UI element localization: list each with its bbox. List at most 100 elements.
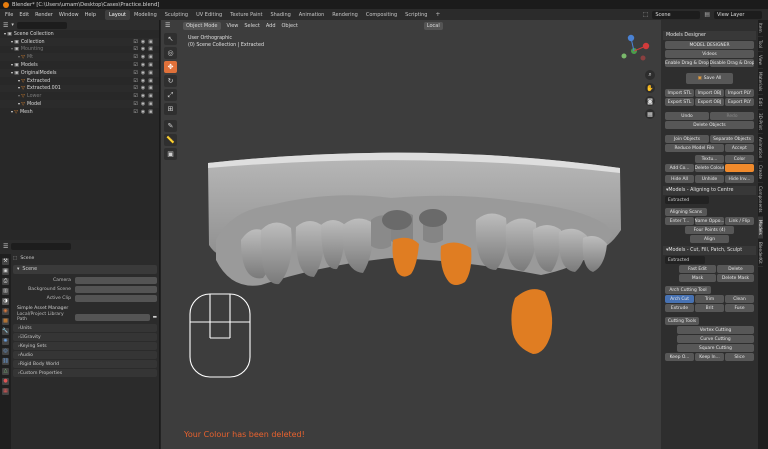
workspace-tab-scripting[interactable]: Scripting — [401, 10, 431, 20]
save-all-button[interactable]: ▣ Save All — [686, 73, 733, 84]
extracted-tooth-3[interactable] — [511, 289, 553, 354]
disable-drag-drop-button[interactable]: Disable Drag & Drop — [710, 59, 754, 67]
align-button[interactable]: Align — [690, 235, 729, 243]
view-layer-field[interactable]: View Layer — [714, 10, 762, 19]
side-tab-components[interactable]: Components — [758, 183, 763, 217]
subpanel-units[interactable]: › Units — [13, 324, 157, 332]
cutting-tools-button[interactable]: Cutting Tools — [665, 317, 699, 325]
eye-icon[interactable]: ◉ — [141, 62, 145, 68]
ortho-grid-icon[interactable]: ▦ — [645, 109, 655, 119]
keep-inside-button[interactable]: Keep In... — [695, 353, 724, 361]
checkbox-icon[interactable]: ☑ — [133, 78, 137, 84]
side-tab-3d-print[interactable]: 3D-Print — [758, 110, 763, 134]
extracted-tooth-2[interactable] — [440, 242, 472, 285]
delete-objects-button[interactable]: Delete Objects — [665, 121, 754, 129]
side-tab-tool[interactable]: Tool — [758, 37, 763, 52]
eye-icon[interactable]: ◉ — [141, 54, 145, 60]
mask-button[interactable]: Mask — [679, 274, 716, 282]
outliner-row[interactable]: ▾ ▽ Model ☑ ◉ ▣ — [0, 100, 159, 108]
tool-tab-icon[interactable]: ⚒ — [2, 258, 9, 265]
object-tab-icon[interactable]: ▩ — [2, 318, 9, 325]
workspace-tab-modeling[interactable]: Modeling — [130, 10, 161, 20]
delete-colour-button[interactable]: Delete Colour — [695, 164, 724, 172]
join-objects-button[interactable]: Join Objects — [665, 135, 709, 143]
material-tab-icon[interactable]: ● — [2, 378, 9, 385]
camera-icon[interactable]: ▣ — [148, 39, 153, 45]
workspace-tab-compositing[interactable]: Compositing — [362, 10, 401, 20]
pan-hand-icon[interactable]: ✋ — [645, 83, 655, 93]
checkbox-icon[interactable]: ☑ — [133, 85, 137, 91]
model-designer-button[interactable]: MODEL DESIGNER — [665, 41, 754, 49]
import-button[interactable]: Import PLY — [725, 89, 754, 97]
checkbox-icon[interactable]: ☑ — [133, 93, 137, 99]
texture-tab-icon[interactable]: ▦ — [2, 388, 9, 395]
editor-type-icon[interactable]: ☰ — [3, 243, 8, 250]
reduce-model-file-button[interactable]: Reduce Model File — [665, 144, 724, 152]
checkbox-icon[interactable]: ☑ — [133, 109, 137, 115]
field-input[interactable] — [75, 294, 157, 302]
unhide-button[interactable]: Unhide — [695, 175, 724, 183]
brit-button[interactable]: Brit — [695, 304, 724, 312]
side-tab-view[interactable]: View — [758, 52, 763, 69]
outliner-row[interactable]: ▾ ▣ Scene Collection — [0, 30, 159, 38]
zoom-icon[interactable]: ⌕ — [645, 70, 655, 80]
add-colour-button[interactable]: Add Co... — [665, 164, 694, 172]
extrude-button[interactable]: Extrude — [665, 304, 694, 312]
checkbox-icon[interactable]: ☑ — [133, 54, 137, 60]
physics-tab-icon[interactable]: ◎ — [2, 348, 9, 355]
subpanel-keying-sets[interactable]: › Keying Sets — [13, 342, 157, 350]
eye-icon[interactable]: ◉ — [141, 85, 145, 91]
workspace-tab-sculpting[interactable]: Sculpting — [161, 10, 192, 20]
workspace-tab-animation[interactable]: Animation — [295, 10, 329, 20]
camera-icon[interactable]: ▣ — [148, 101, 153, 107]
menu-render[interactable]: Render — [32, 12, 56, 18]
delete-mask-button[interactable]: Delete Mask — [717, 274, 754, 282]
fuse-button[interactable]: Fuse — [725, 304, 754, 312]
render-tab-icon[interactable]: ▣ — [2, 268, 9, 275]
camera-icon[interactable]: ▣ — [148, 85, 153, 91]
output-tab-icon[interactable]: ⎙ — [2, 278, 9, 285]
outliner-row[interactable]: ▾ ▽ Extracted.001 ☑ ◉ ▣ — [0, 84, 159, 93]
workspace-tab-texture-paint[interactable]: Texture Paint — [226, 10, 266, 20]
camera-view-icon[interactable]: ◙ — [645, 96, 655, 106]
camera-icon[interactable]: ▣ — [148, 93, 153, 99]
colour-swatch[interactable] — [725, 164, 754, 172]
extracted-tooth-1[interactable] — [392, 237, 420, 277]
outliner-row[interactable]: ▾ ▣ Collection ☑ ◉ ▣ — [0, 37, 159, 46]
aligning-scans-button[interactable]: Aligning Scans — [665, 208, 707, 216]
field-input[interactable] — [75, 285, 157, 293]
extracted-field[interactable]: Extracted — [665, 196, 709, 204]
hide-all-button[interactable]: Hide All — [665, 175, 694, 183]
checkbox-icon[interactable]: ☑ — [133, 46, 137, 52]
outliner-row[interactable]: ▾ ▣ Models ☑ ◉ ▣ — [0, 61, 159, 69]
checkbox-icon[interactable]: ☑ — [133, 39, 137, 45]
navigation-gizmo[interactable] — [617, 34, 651, 68]
import-button[interactable]: Import STL — [665, 89, 694, 97]
camera-icon[interactable]: ▣ — [148, 70, 153, 76]
menu-window[interactable]: Window — [56, 12, 82, 18]
aligning-header[interactable]: ▾ Models - Aligning to Centre — [663, 186, 756, 195]
scene-field[interactable]: Scene — [652, 10, 701, 19]
eye-icon[interactable]: ◉ — [141, 101, 145, 107]
subpanel-custom-properties[interactable]: › Custom Properties — [13, 369, 157, 377]
eye-icon[interactable]: ◉ — [141, 109, 145, 115]
enable-drag-drop-button[interactable]: Enable Drag & Drop — [665, 59, 709, 67]
outliner-row[interactable]: ▾ ▽ Lower ☑ ◉ ▣ — [0, 92, 159, 100]
subpanel-audio[interactable]: › Audio — [13, 351, 157, 359]
world-tab-icon[interactable]: ◉ — [2, 308, 9, 315]
models-designer-header[interactable]: Models Designer — [663, 31, 756, 40]
outliner-row[interactable]: ▾ ▽ Extracted ☑ ◉ ▣ — [0, 77, 159, 85]
texture-dropdown[interactable]: Textu... — [695, 155, 724, 163]
checkbox-icon[interactable]: ☑ — [133, 70, 137, 76]
outliner-row[interactable]: ▾ ▽ Mesh ☑ ◉ ▣ — [0, 108, 159, 116]
eye-icon[interactable]: ◉ — [141, 46, 145, 52]
undo-button[interactable]: Undo — [665, 112, 709, 120]
folder-icon[interactable]: ▬ — [153, 315, 157, 320]
side-tab-create[interactable]: Create — [758, 162, 763, 184]
side-tab-animation[interactable]: Animation — [758, 134, 763, 163]
cut-fill-header[interactable]: ▾ Models - Cut, Fill, Patch, Sculpt — [663, 246, 756, 255]
link-flip-button[interactable]: Link / Flip — [725, 217, 754, 225]
delete-button[interactable]: Delete — [717, 265, 754, 273]
library-path-input[interactable] — [75, 313, 150, 321]
workspace-tab-shading[interactable]: Shading — [266, 10, 294, 20]
